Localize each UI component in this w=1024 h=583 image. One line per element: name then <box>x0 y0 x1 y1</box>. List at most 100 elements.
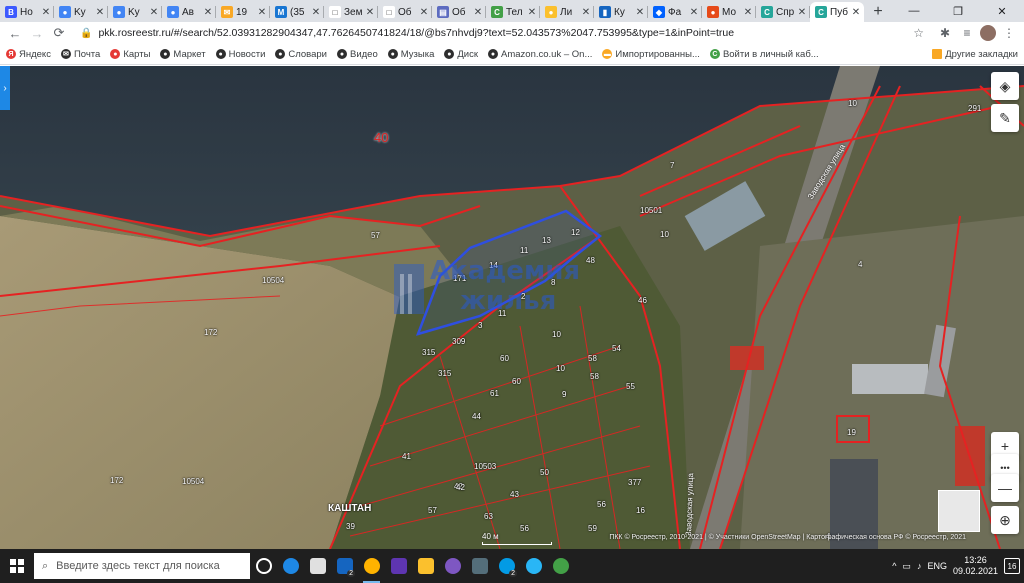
bookmark-item[interactable]: Я Яндекс <box>6 49 51 60</box>
taskbar-app-folder[interactable] <box>412 549 439 583</box>
browser-toolbar: ← → ⟳ 🔒 pkk.rosreestr.ru/#/search/52.039… <box>0 22 1024 44</box>
browser-tab[interactable]: ● Ав ✕ <box>162 2 216 22</box>
map-label: 10503 <box>474 462 497 471</box>
map-label: 172 <box>110 476 124 485</box>
tab-title: Ли <box>560 6 573 18</box>
tab-close-icon[interactable]: ✕ <box>473 7 483 18</box>
taskbar-app-task-view[interactable] <box>250 549 277 583</box>
bookmark-item[interactable]: ● Музыка <box>387 49 434 60</box>
browser-tab[interactable]: □ Зем ✕ <box>324 2 378 22</box>
tab-close-icon[interactable]: ✕ <box>581 7 591 18</box>
forward-button[interactable]: → <box>28 24 46 42</box>
url-text[interactable]: pkk.rosreestr.ru/#/search/52.03931282904… <box>98 27 907 39</box>
bookmark-item[interactable]: ✉ Почта <box>60 49 100 60</box>
taskbar-app-viber[interactable] <box>439 549 466 583</box>
minimap[interactable] <box>938 490 980 532</box>
tab-favicon-icon: C <box>491 6 503 18</box>
notification-center[interactable]: 16 <box>1004 558 1020 574</box>
browser-tab[interactable]: ● Ky ✕ <box>108 2 162 22</box>
menu-icon[interactable]: ⋮ <box>1000 24 1018 42</box>
browser-tab[interactable]: ✉ 19 ✕ <box>216 2 270 22</box>
sidebar-toggle[interactable]: › <box>0 66 10 110</box>
tab-close-icon[interactable]: ✕ <box>419 7 429 18</box>
bookmark-item[interactable]: ● Словари <box>275 49 327 60</box>
browser-tab[interactable]: ● Мо ✕ <box>702 2 756 22</box>
tab-close-icon[interactable]: ✕ <box>203 7 213 18</box>
profile-avatar[interactable] <box>980 25 996 41</box>
network-icon[interactable]: ▭ <box>902 561 911 572</box>
restore-button[interactable]: ❐ <box>936 0 980 22</box>
tab-close-icon[interactable]: ✕ <box>635 7 645 18</box>
bookmark-item[interactable]: ● Новости <box>215 49 265 60</box>
close-window-button[interactable]: ✕ <box>980 0 1024 22</box>
tab-close-icon[interactable]: ✕ <box>41 7 51 18</box>
tab-close-icon[interactable]: ✕ <box>149 7 159 18</box>
taskbar-app-skype[interactable]: 2 <box>493 549 520 583</box>
taskbar-app-telegram[interactable] <box>520 549 547 583</box>
taskbar-app-onenote[interactable] <box>385 549 412 583</box>
tab-close-icon[interactable]: ✕ <box>311 7 321 18</box>
tab-favicon-icon: ● <box>707 6 719 18</box>
whatsapp-icon <box>552 558 569 574</box>
taskbar-app-calc[interactable] <box>466 549 493 583</box>
browser-tab[interactable]: □ Об ✕ <box>378 2 432 22</box>
app-badge: 2 <box>509 570 517 577</box>
map-label: 54 <box>612 344 621 353</box>
browser-tab[interactable]: ◆ Фа ✕ <box>648 2 702 22</box>
browser-tab[interactable]: C Тел ✕ <box>486 2 540 22</box>
minimize-button[interactable]: — <box>892 0 936 22</box>
map-label: 11 <box>520 246 529 255</box>
browser-tab[interactable]: ● Ли ✕ <box>540 2 594 22</box>
locate-button[interactable]: ⊕ <box>991 506 1019 534</box>
tab-close-icon[interactable]: ✕ <box>527 7 537 18</box>
tab-close-icon[interactable]: ✕ <box>365 7 375 18</box>
taskbar-search[interactable]: ⌕ Введите здесь текст для поиска <box>34 553 250 579</box>
tab-close-icon[interactable]: ✕ <box>743 7 753 18</box>
browser-tab[interactable]: C Спр ✕ <box>756 2 810 22</box>
layers-button[interactable]: ◈ <box>991 72 1019 100</box>
new-tab-button[interactable]: + <box>868 2 888 22</box>
reading-list-icon[interactable]: ≡ <box>958 24 976 42</box>
browser-tab[interactable]: M (35 ✕ <box>270 2 324 22</box>
map-label: 3 <box>478 321 483 330</box>
language-indicator[interactable]: ENG <box>927 561 947 571</box>
taskbar-app-chrome[interactable] <box>358 549 385 583</box>
back-button[interactable]: ← <box>6 24 24 42</box>
taskbar-app-store[interactable] <box>304 549 331 583</box>
taskbar-app-mail[interactable]: 2 <box>331 549 358 583</box>
measure-button[interactable]: ✎ <box>991 104 1019 132</box>
browser-tab[interactable]: ▤ Об ✕ <box>432 2 486 22</box>
bookmark-item[interactable]: ● Видео <box>336 49 378 60</box>
tab-close-icon[interactable]: ✕ <box>257 7 267 18</box>
reload-button[interactable]: ⟳ <box>50 24 68 42</box>
tab-close-icon[interactable]: ✕ <box>95 7 105 18</box>
browser-tab[interactable]: B Ho ✕ <box>0 2 54 22</box>
zoom-out-button[interactable]: — <box>991 474 1019 502</box>
map-view[interactable]: 40 10 291 7 10501 10 57 13 12 11 48 14 171 8 2 46 10504 1… <box>0 66 1024 549</box>
clock[interactable]: 13:26 09.02.2021 <box>953 555 998 577</box>
taskbar-app-whatsapp[interactable] <box>547 549 574 583</box>
bookmark-star-icon[interactable]: ☆ <box>913 26 924 40</box>
browser-tab[interactable]: C Пуб ✕ <box>810 2 864 22</box>
bookmark-item[interactable]: ● Маркет <box>160 49 206 60</box>
bookmark-item[interactable]: ● Диск <box>444 49 478 60</box>
bookmark-item[interactable]: ▬ Импортированны... <box>602 49 700 60</box>
browser-tab[interactable]: ● Ky ✕ <box>54 2 108 22</box>
taskbar-app-edge[interactable] <box>277 549 304 583</box>
start-button[interactable] <box>0 549 34 583</box>
address-bar[interactable]: 🔒 pkk.rosreestr.ru/#/search/52.039312829… <box>72 24 932 42</box>
extensions-icon[interactable]: ✱ <box>936 24 954 42</box>
bookmark-item[interactable]: ● Amazon.co.uk – On... <box>488 49 592 60</box>
other-bookmarks[interactable]: Другие закладки <box>932 49 1018 60</box>
map-label: 63 <box>484 512 493 521</box>
browser-tab[interactable]: ▮ Ку ✕ <box>594 2 648 22</box>
bookmark-item[interactable]: C Войти в личный каб... <box>709 49 819 60</box>
bookmark-item[interactable]: ● Карты <box>110 49 150 60</box>
volume-icon[interactable]: ♪ <box>917 561 922 571</box>
tab-close-icon[interactable]: ✕ <box>689 7 699 18</box>
tab-close-icon[interactable]: ✕ <box>851 7 861 18</box>
map-label: 60 <box>500 354 509 363</box>
tray-chevron-icon[interactable]: ^ <box>892 561 896 571</box>
tab-close-icon[interactable]: ✕ <box>797 7 807 18</box>
lock-icon[interactable]: 🔒 <box>80 28 92 39</box>
